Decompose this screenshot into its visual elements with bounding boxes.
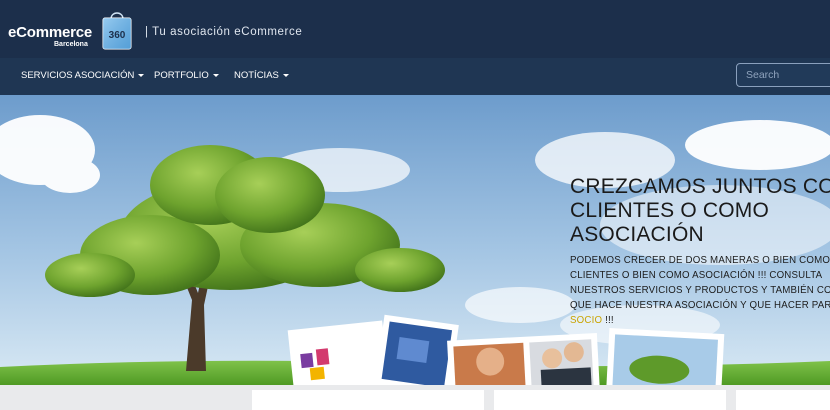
logo-subtext: Barcelona bbox=[54, 41, 88, 48]
main-nav: SERVICIOS ASOCIACIÓN PORTFOLIO NOTÍCIAS bbox=[0, 58, 830, 95]
caret-down-icon bbox=[138, 73, 145, 77]
content-card bbox=[494, 390, 726, 410]
nav-item-label: SERVICIOS ASOCIACIÓN bbox=[21, 70, 135, 81]
content-strip bbox=[0, 385, 830, 410]
caret-down-icon bbox=[282, 73, 289, 77]
content-card bbox=[736, 390, 830, 410]
logo-text: eCommerce bbox=[8, 24, 93, 41]
hero-description-tail: !!! bbox=[602, 315, 614, 326]
caret-down-icon bbox=[212, 73, 219, 77]
socio-link[interactable]: SOCIO bbox=[570, 315, 602, 326]
hero-banner: CREZCAMOS JUNTOS CO CLIENTES O COMO ASOC… bbox=[0, 95, 830, 385]
site-tagline: | Tu asociación eCommerce bbox=[145, 26, 303, 38]
svg-text:360: 360 bbox=[109, 30, 126, 41]
shopping-bag-icon: 360 bbox=[102, 12, 132, 50]
hero-title: CREZCAMOS JUNTOS CO CLIENTES O COMO ASOC… bbox=[570, 175, 830, 246]
search-input[interactable] bbox=[736, 63, 830, 87]
nav-item-portfolio[interactable]: PORTFOLIO bbox=[154, 70, 219, 81]
header-bar: eCommerce Barcelona 360 | Tu asociación … bbox=[0, 0, 830, 59]
nav-item-label: NOTÍCIAS bbox=[234, 70, 279, 81]
nav-item-noticias[interactable]: NOTÍCIAS bbox=[234, 70, 289, 81]
content-card bbox=[252, 390, 484, 410]
nav-item-label: PORTFOLIO bbox=[154, 70, 209, 81]
nav-item-servicios[interactable]: SERVICIOS ASOCIACIÓN bbox=[21, 70, 145, 81]
hero-description: PODEMOS CRECER DE DOS MANERAS O BIEN COM… bbox=[570, 253, 830, 328]
hero-description-text: PODEMOS CRECER DE DOS MANERAS O BIEN COM… bbox=[570, 255, 830, 311]
site-logo[interactable]: eCommerce Barcelona 360 bbox=[8, 6, 136, 54]
